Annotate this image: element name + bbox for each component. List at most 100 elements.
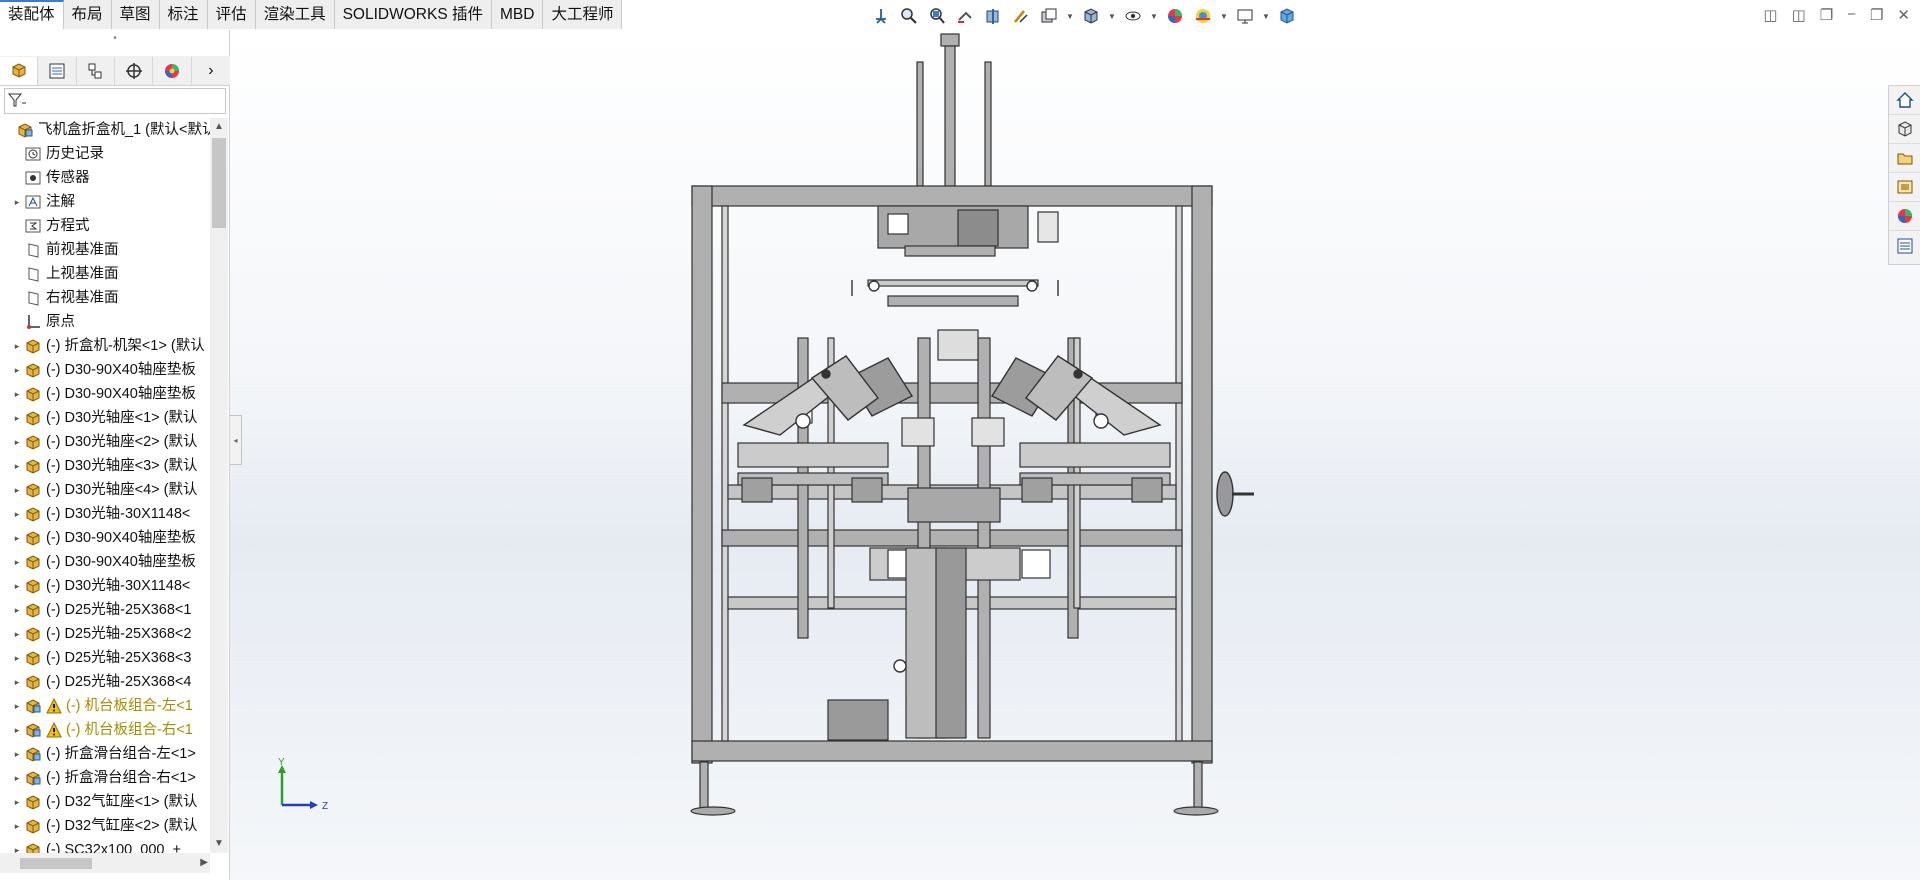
dropdown-arrow-icon[interactable]: ▼ [1150, 12, 1158, 21]
expand-arrow-icon[interactable]: ▸ [10, 334, 24, 358]
expand-arrow-icon[interactable]: ▸ [10, 502, 24, 526]
tile-right-icon[interactable]: ◫ [1792, 6, 1806, 24]
3d-view-icon[interactable] [1276, 5, 1298, 27]
tree-item[interactable]: ▸ (-) D32气缸座<1> (默认 [0, 790, 210, 814]
tree-item[interactable]: 传感器 [0, 166, 210, 190]
expand-arrow-icon[interactable]: ▸ [10, 574, 24, 598]
tree-item[interactable]: 飞机盒折盒机_1 (默认<默认 [0, 118, 210, 142]
tree-vertical-scrollbar[interactable]: ▲ ▼ [210, 118, 228, 853]
property-manager-icon[interactable] [38, 56, 77, 85]
home-icon[interactable] [1889, 86, 1920, 115]
tile-left-icon[interactable]: ◫ [1763, 6, 1777, 24]
view-settings-icon[interactable] [1234, 5, 1256, 27]
expand-arrow-icon[interactable]: ▸ [10, 646, 24, 670]
file-explorer-icon[interactable] [1889, 144, 1920, 173]
expand-arrow-icon[interactable]: ▸ [10, 454, 24, 478]
dropdown-arrow-icon[interactable]: ▼ [1108, 12, 1116, 21]
expand-arrow-icon[interactable]: ▸ [10, 790, 24, 814]
zoom-area-icon[interactable] [926, 5, 948, 27]
more-chevron-icon[interactable]: › [192, 57, 230, 85]
minimize-icon[interactable]: − [1847, 6, 1856, 24]
custom-properties-icon[interactable] [1889, 231, 1920, 260]
tree-horizontal-scrollbar[interactable]: ▶ [0, 853, 210, 873]
tree-item[interactable]: ▸ (-) SC32x100_000_+ [0, 838, 210, 853]
appearances-icon[interactable] [1889, 202, 1920, 231]
expand-arrow-icon[interactable]: ▸ [10, 814, 24, 838]
view-orientation-icon[interactable] [870, 5, 892, 27]
tree-item[interactable]: ▸ (-) D25光轴-25X368<4 [0, 670, 210, 694]
expand-arrow-icon[interactable]: ▸ [10, 550, 24, 574]
scroll-thumb[interactable] [212, 138, 226, 228]
tree-item[interactable]: ▸ (-) D30光轴座<1> (默认 [0, 406, 210, 430]
expand-arrow-icon[interactable]: ▸ [10, 526, 24, 550]
close-icon[interactable]: ✕ [1897, 6, 1910, 24]
tree-item[interactable]: ▸ (-) 机台板组合-右<1 [0, 718, 210, 742]
tree-item[interactable]: ▸ (-) D30-90X40轴座垫板 [0, 550, 210, 574]
configuration-manager-icon[interactable] [77, 56, 116, 85]
restore-icon[interactable]: ❐ [1870, 6, 1883, 24]
dropdown-arrow-icon[interactable]: ▼ [1220, 12, 1228, 21]
tab-4[interactable]: 标注 [159, 0, 208, 29]
dimxpert-icon[interactable] [115, 56, 154, 85]
dropdown-arrow-icon[interactable]: ▼ [1262, 12, 1270, 21]
tab-1[interactable]: 装配体 [0, 0, 64, 29]
tab-6[interactable]: 渲染工具 [255, 0, 335, 29]
feature-manager-icon[interactable] [0, 56, 39, 85]
previous-view-icon[interactable] [954, 5, 976, 27]
tree-item[interactable]: 历史记录 [0, 142, 210, 166]
tree-item[interactable]: ▸ (-) D25光轴-25X368<1 [0, 598, 210, 622]
scroll-right-icon[interactable]: ▶ [200, 853, 208, 873]
zoom-to-fit-icon[interactable] [898, 5, 920, 27]
scroll-thumb[interactable] [20, 858, 92, 869]
display-manager-icon[interactable] [153, 56, 192, 85]
expand-arrow-icon[interactable]: ▸ [10, 766, 24, 790]
tree-item[interactable]: ▸ (-) D30光轴-30X1148< [0, 574, 210, 598]
panel-collapse-handle[interactable]: ◂ [230, 415, 242, 465]
edit-appearance-icon[interactable] [1164, 5, 1186, 27]
tree-item[interactable]: ▸ (-) D25光轴-25X368<3 [0, 646, 210, 670]
scene-icon[interactable] [1192, 5, 1214, 27]
hide-show-icon[interactable] [1122, 5, 1144, 27]
tab-9[interactable]: 大工程师 [543, 0, 623, 29]
expand-arrow-icon[interactable]: ▸ [10, 622, 24, 646]
tree-item[interactable]: ▸ (-) D30-90X40轴座垫板 [0, 382, 210, 406]
view-layout-icon[interactable] [1038, 5, 1060, 27]
tree-item[interactable]: 原点 [0, 310, 210, 334]
expand-arrow-icon[interactable]: ▸ [10, 694, 24, 718]
tab-5[interactable]: 评估 [207, 0, 256, 29]
expand-arrow-icon[interactable]: ▸ [10, 478, 24, 502]
filter-icon[interactable] [5, 89, 29, 111]
display-style-icon[interactable] [1080, 5, 1102, 27]
expand-arrow-icon[interactable]: ▸ [10, 406, 24, 430]
tree-item[interactable]: 方程式 [0, 214, 210, 238]
tree-item[interactable]: ▸ (-) D30光轴座<3> (默认 [0, 454, 210, 478]
tab-8[interactable]: MBD [491, 0, 544, 29]
expand-arrow-icon[interactable]: ▸ [10, 358, 24, 382]
panel-grip-icon[interactable]: • [0, 33, 230, 49]
design-library-icon[interactable] [1889, 115, 1920, 144]
scroll-down-icon[interactable]: ▼ [210, 835, 228, 853]
tree-item[interactable]: ▸ (-) D30-90X40轴座垫板 [0, 358, 210, 382]
tree-item[interactable]: ▸ (-) 折盒机-机架<1> (默认 [0, 334, 210, 358]
tree-item[interactable]: ▸ 注解 [0, 190, 210, 214]
expand-arrow-icon[interactable]: ▸ [10, 598, 24, 622]
tree-item[interactable]: ▸ (-) 折盒滑台组合-右<1> [0, 766, 210, 790]
tree-item[interactable]: 前视基准面 [0, 238, 210, 262]
expand-arrow-icon[interactable]: ▸ [10, 718, 24, 742]
view-palette-icon[interactable] [1889, 173, 1920, 202]
tree-item[interactable]: ▸ (-) 机台板组合-左<1 [0, 694, 210, 718]
expand-arrow-icon[interactable]: ▸ [10, 742, 24, 766]
tree-item[interactable]: 上视基准面 [0, 262, 210, 286]
expand-arrow-icon[interactable]: ▸ [10, 430, 24, 454]
expand-arrow-icon[interactable]: ▸ [10, 382, 24, 406]
expand-arrow-icon[interactable]: ▸ [10, 838, 24, 853]
tab-2[interactable]: 布局 [63, 0, 112, 29]
tree-item[interactable]: ▸ (-) D25光轴-25X368<2 [0, 622, 210, 646]
tree-item[interactable]: 右视基准面 [0, 286, 210, 310]
scroll-up-icon[interactable]: ▲ [210, 118, 228, 136]
tab-7[interactable]: SOLIDWORKS 插件 [334, 0, 492, 29]
assembly-model-view[interactable] [680, 30, 1280, 830]
section-view-icon[interactable] [982, 5, 1004, 27]
tree-item[interactable]: ▸ (-) D30光轴座<4> (默认 [0, 478, 210, 502]
tree-item[interactable]: ▸ (-) D30-90X40轴座垫板 [0, 526, 210, 550]
